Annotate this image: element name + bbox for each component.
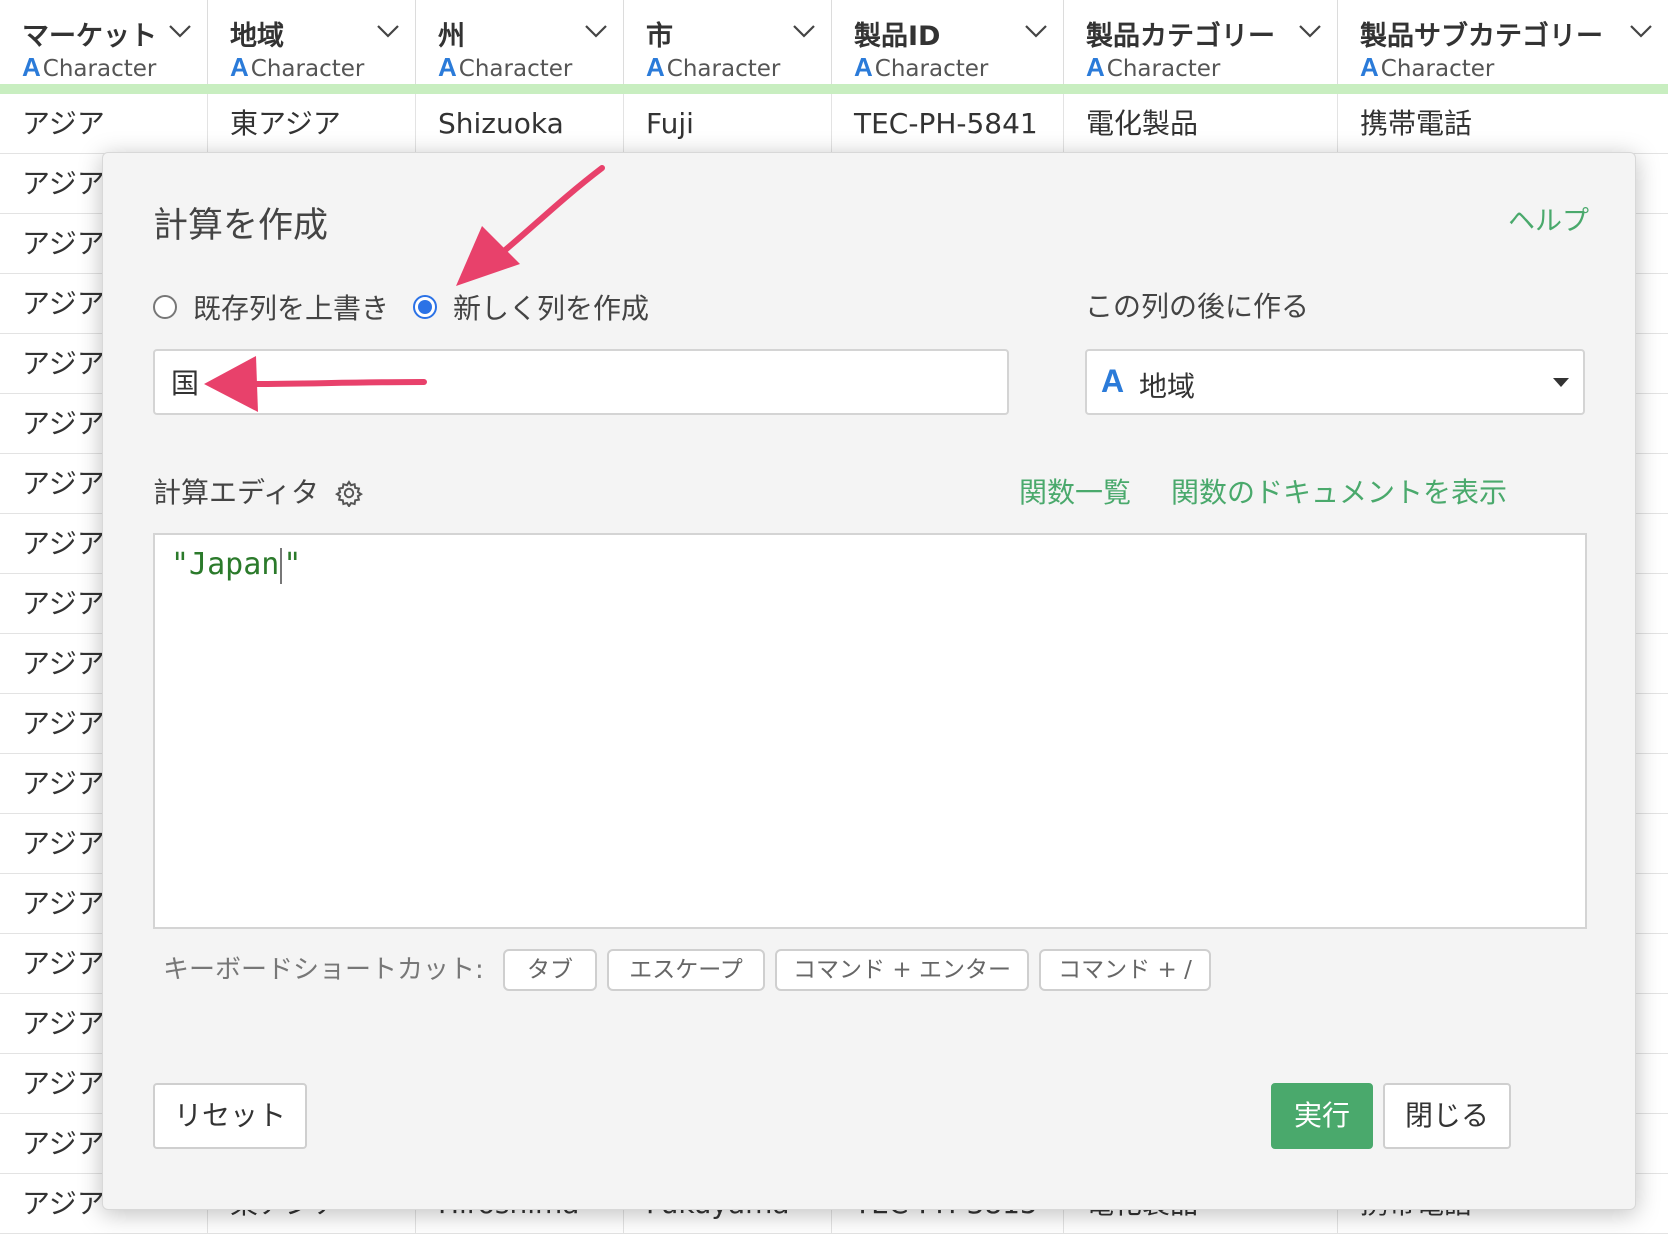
new-column-name-input[interactable] (153, 349, 1009, 415)
character-type-icon: A (1086, 52, 1105, 82)
keyboard-shortcuts-label: キーボードショートカット: (163, 955, 484, 985)
help-link[interactable]: ヘルプ (1508, 199, 1589, 238)
close-button[interactable]: 閉じる (1383, 1083, 1511, 1149)
shortcut-key-command-enter: コマンド + エンター (775, 949, 1029, 991)
editor-label-text: 計算エディタ (153, 476, 320, 509)
table-cell: TEC-PH-5841 (832, 94, 1064, 154)
function-list-link[interactable]: 関数一覧 (1019, 473, 1131, 513)
run-button[interactable]: 実行 (1271, 1083, 1373, 1149)
table-cell: Shizuoka (416, 94, 624, 154)
reset-button[interactable]: リセット (153, 1083, 307, 1149)
radio-overwrite-column[interactable]: 既存列を上書き (153, 287, 389, 327)
table-cell: 携帯電話 (1360, 107, 1473, 140)
chevron-down-icon[interactable] (791, 22, 817, 40)
shortcut-key-escape: エスケープ (607, 949, 765, 991)
column-name: 地域 (230, 21, 284, 52)
function-docs-link[interactable]: 関数のドキュメントを表示 (1171, 473, 1507, 513)
shortcut-key-command-slash: コマンド + / (1039, 949, 1211, 991)
character-type-icon: A (1360, 52, 1379, 82)
calculation-editor-label: 計算エディタ (153, 473, 364, 513)
gear-icon[interactable] (335, 479, 364, 507)
character-type-icon: A (22, 52, 41, 82)
radio-label: 新しく列を作成 (453, 292, 650, 325)
column-type: ACharacter (438, 52, 573, 82)
column-header-city[interactable]: 市 ACharacter (624, 0, 832, 84)
insert-after-label: この列の後に作る (1085, 290, 1310, 323)
column-type: ACharacter (1360, 52, 1495, 82)
column-type: ACharacter (1086, 52, 1221, 82)
column-header-region[interactable]: 地域 ACharacter (208, 0, 416, 84)
radio-create-new-column[interactable]: 新しく列を作成 (413, 287, 649, 327)
character-type-icon: A (1101, 363, 1125, 399)
character-type-icon: A (854, 52, 873, 82)
radio-label: 既存列を上書き (193, 292, 390, 325)
chevron-down-icon[interactable] (1297, 22, 1323, 40)
caret-down-icon (1553, 378, 1569, 387)
insert-after-select[interactable]: A 地域 (1085, 349, 1585, 415)
column-header-market[interactable]: マーケット ACharacter (0, 0, 208, 84)
select-value: 地域 (1139, 370, 1196, 403)
table-cell: 東アジア (208, 94, 416, 154)
code-text: " (283, 547, 302, 582)
column-header-product-subcategory[interactable]: 製品サブカテゴリー ACharacter (1338, 0, 1668, 84)
shortcut-key-tab: タブ (503, 949, 597, 991)
column-type: ACharacter (646, 52, 781, 82)
character-type-icon: A (438, 52, 457, 82)
column-header-state[interactable]: 州 ACharacter (416, 0, 624, 84)
calculation-code-editor[interactable]: "Japan " (153, 533, 1587, 929)
chevron-down-icon[interactable] (1023, 22, 1049, 40)
chevron-down-icon[interactable] (375, 22, 401, 40)
column-name: 製品サブカテゴリー (1360, 21, 1603, 52)
chevron-down-icon[interactable] (583, 22, 609, 40)
character-type-icon: A (646, 52, 665, 82)
character-type-icon: A (230, 52, 249, 82)
column-name: マーケット (22, 21, 157, 52)
create-calculation-dialog: 計算を作成 ヘルプ 既存列を上書き 新しく列を作成 この列の後に作る A 地域 … (102, 152, 1636, 1210)
column-type: ACharacter (22, 52, 157, 82)
radio-circle[interactable] (153, 295, 177, 319)
column-type: ACharacter (854, 52, 989, 82)
radio-circle-selected[interactable] (413, 295, 437, 319)
chevron-down-icon[interactable] (1628, 22, 1654, 40)
column-type: ACharacter (230, 52, 365, 82)
column-name: 州 (438, 21, 465, 52)
dialog-title: 計算を作成 (153, 206, 329, 246)
chevron-down-icon[interactable] (167, 22, 193, 40)
column-quality-bar (0, 84, 1668, 94)
column-name: 製品ID (854, 21, 941, 52)
table-row: アジア 東アジア Shizuoka Fuji TEC-PH-5841 電化製品 … (0, 94, 1668, 154)
code-line[interactable]: "Japan " (171, 543, 301, 587)
table-cell: アジア (0, 94, 208, 154)
column-header-product-category[interactable]: 製品カテゴリー ACharacter (1064, 0, 1338, 84)
column-name: 製品カテゴリー (1086, 21, 1275, 52)
column-header-product-id[interactable]: 製品ID ACharacter (832, 0, 1064, 84)
table-cell: 電化製品 (1064, 94, 1338, 154)
table-cell: Fuji (624, 94, 832, 154)
code-text: "Japan (171, 547, 280, 582)
column-name: 市 (646, 21, 673, 52)
